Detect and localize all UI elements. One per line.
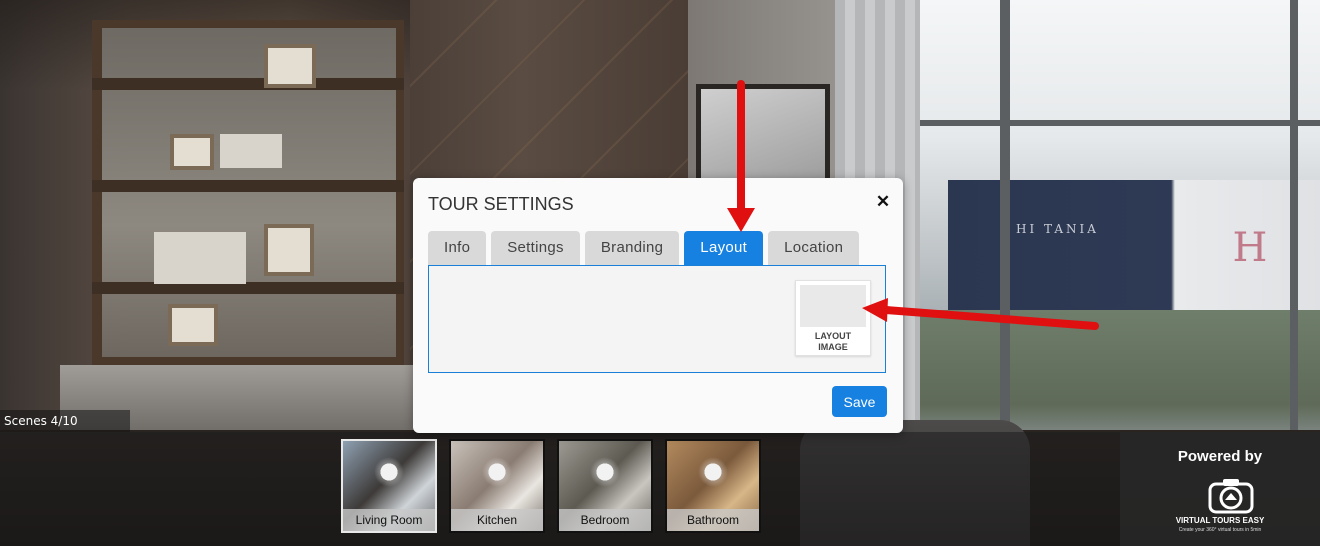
tour-settings-dialog: TOUR SETTINGS ✕ Info Settings Branding L… — [413, 178, 903, 433]
scene-thumb-label: Living Room — [343, 509, 435, 531]
bookshelf — [92, 20, 404, 365]
powered-by-panel: Powered by VIRTUAL TOURS EASY Create you… — [1120, 432, 1320, 546]
tab-branding[interactable]: Branding — [584, 231, 680, 265]
scene-thumb-living-room[interactable]: Living Room — [341, 439, 437, 533]
tab-layout[interactable]: Layout — [684, 231, 764, 265]
signage-text: HI TANIA — [1016, 222, 1099, 236]
scene-thumb-label: Bathroom — [667, 509, 759, 531]
scene-thumb-kitchen[interactable]: Kitchen — [449, 439, 545, 533]
scene-thumb-bedroom[interactable]: Bedroom — [557, 439, 653, 533]
layout-image-upload[interactable]: LAYOUT IMAGE — [795, 280, 871, 356]
tab-settings[interactable]: Settings — [491, 231, 580, 265]
close-icon[interactable]: ✕ — [873, 192, 893, 212]
layout-tab-panel: LAYOUT IMAGE — [428, 265, 886, 373]
layout-image-placeholder — [800, 285, 866, 327]
scene-thumbnails: Living Room Kitchen Bedroom Bathroom — [341, 439, 761, 533]
save-button[interactable]: Save — [832, 386, 887, 417]
scene-thumb-label: Bedroom — [559, 509, 651, 531]
brand-name: VIRTUAL TOURS EASY — [1175, 516, 1265, 525]
signage-logo: H — [1232, 225, 1268, 271]
scene-thumb-bathroom[interactable]: Bathroom — [665, 439, 761, 533]
camera-logo-icon — [1208, 479, 1254, 514]
tab-info[interactable]: Info — [428, 231, 487, 265]
tab-location[interactable]: Location — [768, 231, 860, 265]
dialog-title: TOUR SETTINGS — [428, 194, 574, 214]
brand-tagline: Create your 360° virtual tours in 5min — [1178, 527, 1262, 533]
scenes-counter: Scenes 4/10 — [0, 410, 130, 432]
settings-tabs: Info Settings Branding Layout Location — [428, 231, 860, 265]
layout-image-label: LAYOUT IMAGE — [814, 331, 852, 352]
scene-thumb-label: Kitchen — [451, 509, 543, 531]
powered-by-title: Powered by — [1177, 448, 1263, 465]
